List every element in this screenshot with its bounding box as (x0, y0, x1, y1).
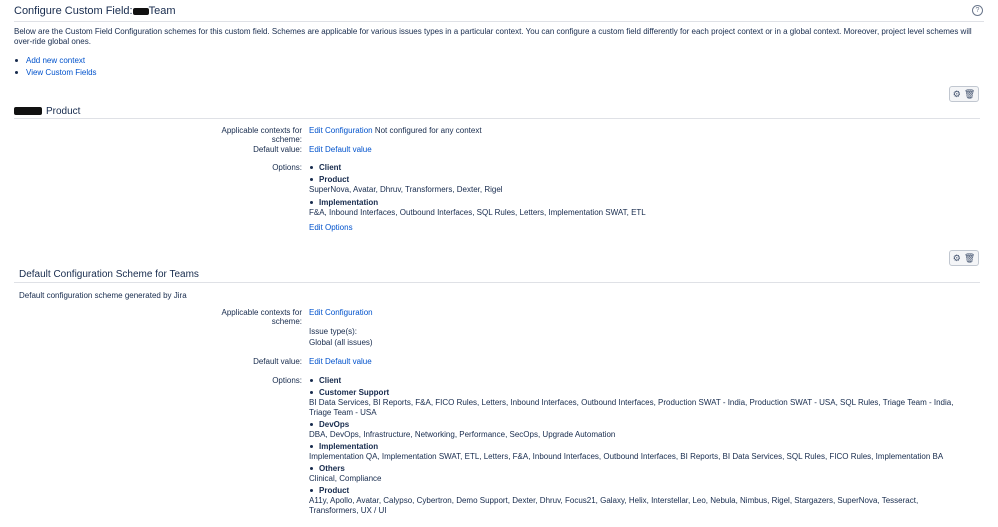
trash-icon[interactable]: 🗑 (964, 253, 975, 263)
options-label: Options: (272, 163, 302, 172)
help-icon[interactable]: ? (972, 5, 983, 16)
context-note: Not configured for any context (374, 126, 482, 135)
page-title: Configure Custom Field: Team (14, 5, 176, 17)
option-children: Clinical, Compliance (309, 474, 382, 483)
scheme-title: Default Configuration Scheme for Teams (19, 269, 199, 280)
scheme-operations-button[interactable]: ⚙ 🗑 (949, 86, 979, 102)
issue-types-value: Global (all issues) (309, 338, 373, 347)
redacted-text (14, 107, 42, 116)
option-name: Implementation (319, 198, 379, 207)
list-item: Add new context (14, 56, 97, 68)
list-item: Product SuperNova, Avatar, Dhruv, Transfo… (309, 175, 959, 195)
option-children: DBA, DevOps, Infrastructure, Networking,… (309, 430, 616, 439)
redacted-text (132, 7, 149, 15)
option-name: Customer Support (319, 388, 390, 397)
view-custom-fields-link[interactable]: View Custom Fields (26, 68, 97, 77)
list-item: Others Clinical, Compliance (309, 464, 959, 484)
list-item: Client (309, 163, 959, 173)
scheme-title: Product (14, 106, 80, 117)
issue-types-label: Issue type(s): (309, 327, 358, 336)
option-name: Others (319, 464, 345, 473)
list-item: Implementation Implementation QA, Impleme… (309, 442, 959, 462)
list-item: Client (309, 376, 959, 386)
option-name: Product (319, 486, 350, 495)
scheme-title-text: Product (46, 106, 81, 117)
list-item: Customer Support BI Data Services, BI Rep… (309, 388, 959, 418)
edit-configuration-link[interactable]: Edit Configuration (309, 308, 373, 317)
list-item: Implementation F&A, Inbound Interfaces, O… (309, 198, 959, 218)
applicable-contexts-value: Edit Configuration (309, 308, 373, 317)
option-name: Implementation (319, 442, 379, 451)
options-list: Client Product SuperNova, Avatar, Dhruv, … (309, 163, 959, 218)
edit-default-value-link[interactable]: Edit Default value (309, 357, 372, 366)
applicable-contexts-label: Applicable contexts for scheme: (221, 308, 303, 326)
default-value-label: Default value: (253, 357, 302, 366)
edit-options-link[interactable]: Edit Options (309, 223, 353, 232)
list-item: Product A11y, Apollo, Avatar, Calypso, Cy… (309, 486, 959, 516)
options-label: Options: (272, 376, 302, 385)
option-children: Implementation QA, Implementation SWAT, … (309, 452, 944, 461)
scheme-operations-button[interactable]: ⚙ 🗑 (949, 250, 979, 266)
option-children: BI Data Services, BI Reports, F&A, FICO … (309, 398, 954, 417)
option-name: Client (319, 163, 342, 172)
list-item: DevOps DBA, DevOps, Infrastructure, Netwo… (309, 420, 959, 440)
page-title-prefix: Configure Custom Field: (14, 5, 136, 17)
option-children: A11y, Apollo, Avatar, Calypso, Cybertron… (309, 496, 919, 515)
option-name: DevOps (319, 420, 350, 429)
scheme-description: Default configuration scheme generated b… (19, 291, 187, 300)
option-children: SuperNova, Avatar, Dhruv, Transformers, … (309, 185, 503, 194)
option-name: Product (319, 175, 350, 184)
help-glyph: ? (975, 7, 980, 14)
page-title-suffix: Team (148, 5, 176, 17)
edit-configuration-link[interactable]: Edit Configuration (309, 126, 373, 135)
edit-default-value-link[interactable]: Edit Default value (309, 145, 372, 154)
default-value-value: Edit Default value (309, 357, 372, 366)
scheme-divider (14, 118, 980, 119)
title-divider (14, 21, 984, 22)
applicable-contexts-label: Applicable contexts for scheme: (221, 126, 303, 144)
top-links: Add new context View Custom Fields (14, 56, 97, 80)
add-new-context-link[interactable]: Add new context (26, 56, 85, 65)
default-value-value: Edit Default value (309, 145, 372, 154)
gear-icon[interactable]: ⚙ (953, 89, 961, 99)
intro-text: Below are the Custom Field Configuration… (14, 27, 972, 46)
options-list: Client Customer Support BI Data Services,… (309, 376, 959, 516)
applicable-contexts-value: Edit Configuration Not configured for an… (309, 126, 482, 135)
gear-icon[interactable]: ⚙ (953, 253, 961, 263)
scheme-divider (14, 282, 980, 283)
option-children: F&A, Inbound Interfaces, Outbound Interf… (309, 208, 646, 217)
list-item: View Custom Fields (14, 68, 97, 80)
option-name: Client (319, 376, 342, 385)
default-value-label: Default value: (253, 145, 302, 154)
edit-options-container: Edit Options (309, 223, 353, 232)
trash-icon[interactable]: 🗑 (964, 89, 975, 99)
